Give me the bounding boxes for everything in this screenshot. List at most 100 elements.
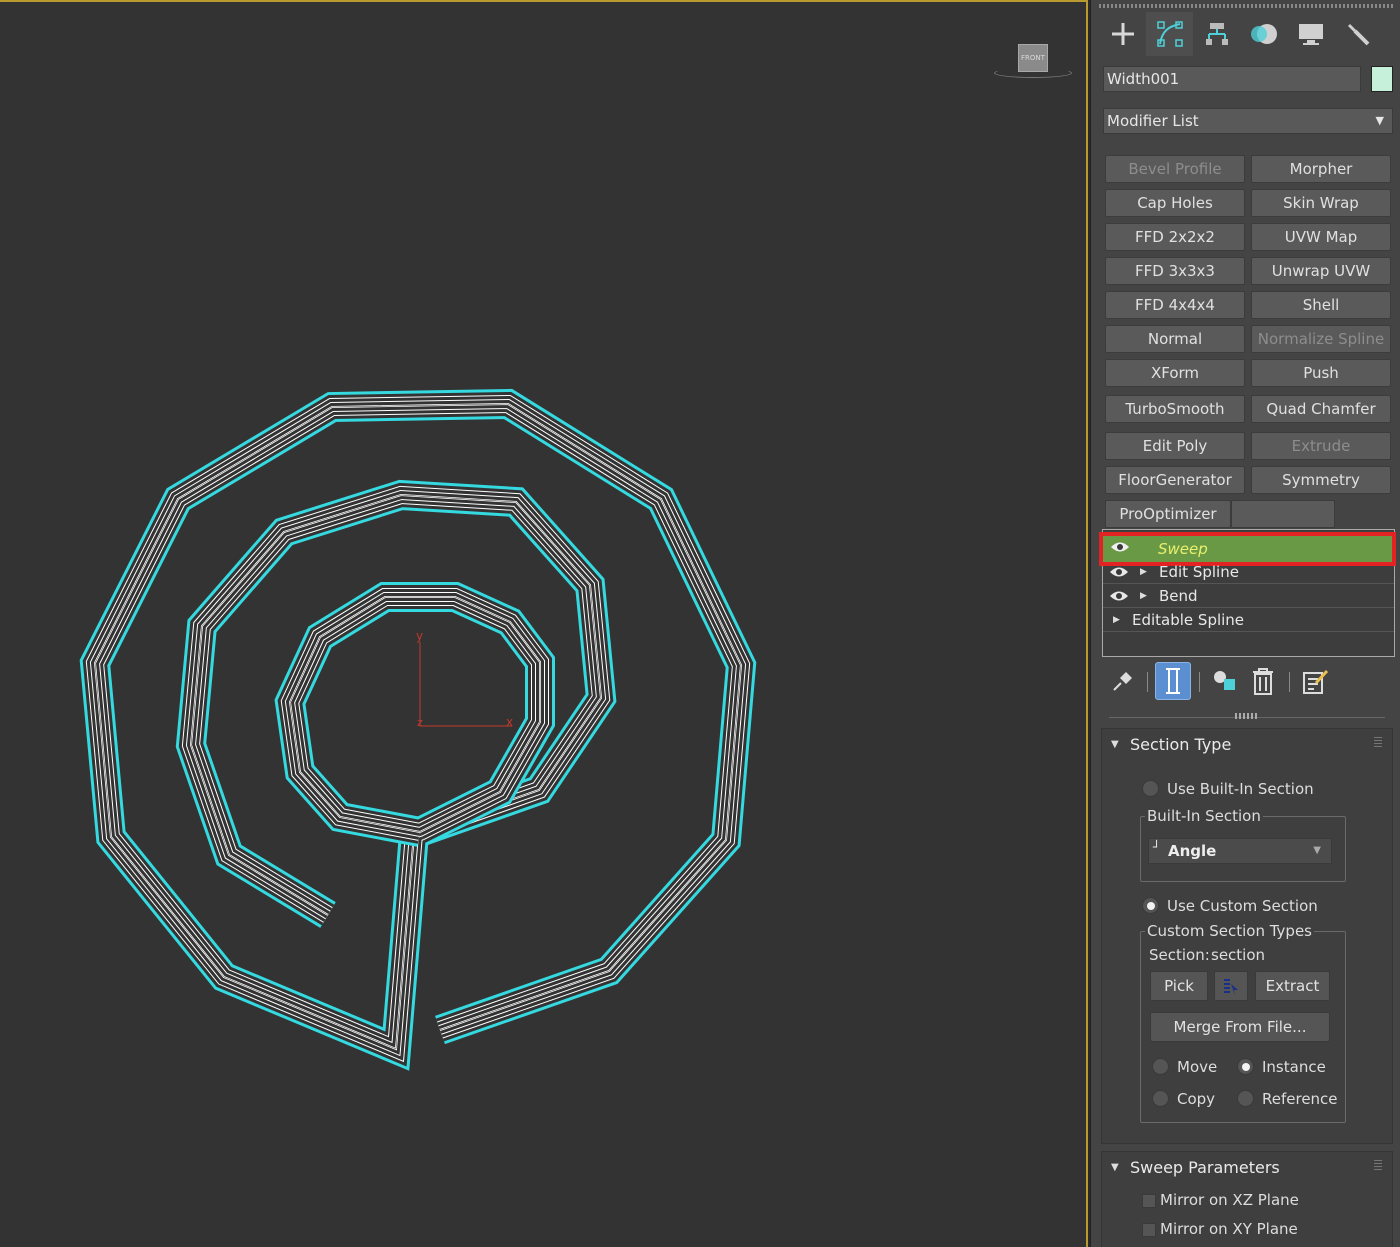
modifier-button[interactable]: FFD 4x4x4 xyxy=(1105,291,1245,319)
modifier-stack[interactable]: Sweep ▶ Edit Spline ▶ Bend ▶ Editable Sp… xyxy=(1099,529,1396,657)
motion-tab[interactable] xyxy=(1240,12,1287,56)
instance-label[interactable]: Instance xyxy=(1262,1058,1326,1076)
create-tab[interactable] xyxy=(1099,12,1146,56)
modifier-button[interactable]: FFD 3x3x3 xyxy=(1105,257,1245,285)
object-color-swatch[interactable] xyxy=(1371,66,1393,92)
object-name-field[interactable]: Width001 xyxy=(1103,66,1361,92)
sweep-spline-shape[interactable]: y x z xyxy=(0,2,1086,1247)
display-icon xyxy=(1298,24,1323,45)
instance-radio[interactable] xyxy=(1237,1058,1254,1075)
collapse-triangle-icon[interactable]: ▼ xyxy=(1111,739,1119,750)
pick-list-icon xyxy=(1224,979,1238,995)
copy-radio[interactable] xyxy=(1152,1090,1169,1107)
mirror-xy-checkbox[interactable] xyxy=(1142,1223,1156,1237)
modifier-button[interactable]: Extrude xyxy=(1251,432,1391,460)
sweep-parameters-rollout: ▼ Sweep Parameters Mirror on XZ Plane Mi… xyxy=(1101,1151,1393,1247)
stack-item-label: Editable Spline xyxy=(1132,611,1245,629)
modifier-button[interactable]: Shell xyxy=(1251,291,1391,319)
expand-arrow-icon[interactable]: ▶ xyxy=(1140,584,1147,608)
modifier-button[interactable]: XForm xyxy=(1105,359,1245,387)
builtin-section-group-label: Built-In Section xyxy=(1145,807,1263,825)
mirror-xy-label[interactable]: Mirror on XY Plane xyxy=(1160,1220,1298,1238)
viewcube[interactable]: FRONT xyxy=(994,40,1074,80)
use-builtin-section-label[interactable]: Use Built-In Section xyxy=(1167,780,1314,798)
eye-icon[interactable] xyxy=(1109,590,1129,602)
pick-button[interactable]: Pick xyxy=(1150,971,1208,1001)
hierarchy-icon xyxy=(1205,23,1228,45)
configure-modifier-sets-button[interactable] xyxy=(1297,662,1333,700)
modifier-button[interactable]: FloorGenerator xyxy=(1105,466,1245,494)
modify-tab[interactable] xyxy=(1146,12,1193,56)
modifier-button[interactable]: Cap Holes xyxy=(1105,189,1245,217)
divider-grip[interactable] xyxy=(1235,713,1259,719)
merge-from-file-button[interactable]: Merge From File... xyxy=(1150,1012,1330,1042)
configure-modifier-sets-icon xyxy=(1303,669,1329,694)
use-custom-section-label[interactable]: Use Custom Section xyxy=(1167,897,1318,915)
remove-modifier-button[interactable] xyxy=(1245,662,1281,700)
builtin-section-dropdown[interactable]: ┘ Angle ▼ xyxy=(1148,838,1332,864)
expand-arrow-icon[interactable]: ▶ xyxy=(1140,560,1147,584)
axis-z-label: z xyxy=(417,716,423,729)
create-icon xyxy=(1111,23,1134,45)
mirror-xz-label[interactable]: Mirror on XZ Plane xyxy=(1160,1191,1299,1209)
display-tab[interactable] xyxy=(1287,12,1334,56)
use-builtin-section-radio[interactable] xyxy=(1142,780,1159,797)
modifier-button[interactable]: TurboSmooth xyxy=(1105,395,1245,423)
move-radio[interactable] xyxy=(1152,1058,1169,1075)
utilities-tab[interactable] xyxy=(1334,12,1381,56)
utilities-icon xyxy=(1347,24,1369,46)
use-custom-section-radio[interactable] xyxy=(1142,897,1159,914)
collapse-triangle-icon[interactable]: ▼ xyxy=(1111,1162,1119,1173)
modifier-button[interactable] xyxy=(1231,500,1335,528)
command-panel: Width001 Modifier List ▼ Bevel Profile Mo… xyxy=(1090,0,1400,1247)
mirror-xz-checkbox[interactable] xyxy=(1142,1194,1156,1208)
eye-icon[interactable] xyxy=(1109,566,1129,578)
modifier-button[interactable]: Bevel Profile xyxy=(1105,155,1245,183)
modifier-button[interactable]: Symmetry xyxy=(1251,466,1391,494)
extract-button[interactable]: Extract xyxy=(1255,971,1330,1001)
move-label[interactable]: Move xyxy=(1177,1058,1217,1076)
motion-icon xyxy=(1250,24,1277,44)
modifier-button[interactable]: ProOptimizer xyxy=(1105,500,1231,528)
pin-stack-button[interactable] xyxy=(1105,662,1141,700)
hierarchy-tab[interactable] xyxy=(1193,12,1240,56)
modifier-button[interactable]: Edit Poly xyxy=(1105,432,1245,460)
modifier-button[interactable]: UVW Map xyxy=(1251,223,1391,251)
front-viewport[interactable]: y x z FRONT xyxy=(0,0,1088,1247)
rollout-title[interactable]: Section Type xyxy=(1130,735,1231,754)
modifier-button[interactable]: Quad Chamfer xyxy=(1251,395,1391,423)
modifier-button[interactable]: Normal xyxy=(1105,325,1245,353)
modifier-button[interactable]: Morpher xyxy=(1251,155,1391,183)
copy-label[interactable]: Copy xyxy=(1177,1090,1215,1108)
rollout-grip-icon[interactable] xyxy=(1374,1160,1382,1170)
panel-grip[interactable] xyxy=(1099,4,1393,8)
stack-item-edit-spline[interactable]: ▶ Edit Spline xyxy=(1103,560,1394,584)
angle-section-icon: ┘ xyxy=(1153,840,1161,854)
command-panel-tabs xyxy=(1099,12,1395,56)
axis-gizmo: y x z xyxy=(416,629,513,729)
eye-icon[interactable] xyxy=(1110,541,1130,553)
modifier-button[interactable]: Skin Wrap xyxy=(1251,189,1391,217)
stack-item-bend[interactable]: ▶ Bend xyxy=(1103,584,1394,608)
modifier-button[interactable]: Unwrap UVW xyxy=(1251,257,1391,285)
rollout-title[interactable]: Sweep Parameters xyxy=(1130,1158,1280,1177)
reference-label[interactable]: Reference xyxy=(1262,1090,1338,1108)
rollout-grip-icon[interactable] xyxy=(1374,737,1382,747)
viewcube-ring[interactable] xyxy=(994,68,1072,78)
modifier-button[interactable]: FFD 2x2x2 xyxy=(1105,223,1245,251)
expand-arrow-icon[interactable]: ▶ xyxy=(1113,608,1120,632)
modifier-list-dropdown[interactable]: Modifier List ▼ xyxy=(1103,108,1393,134)
reference-radio[interactable] xyxy=(1237,1090,1254,1107)
axis-x-label: x xyxy=(506,715,513,729)
make-unique-button[interactable] xyxy=(1207,662,1243,700)
stack-item-editable-spline[interactable]: ▶ Editable Spline xyxy=(1103,608,1394,632)
section-value: section xyxy=(1211,946,1266,964)
pin-stack-icon xyxy=(1113,672,1132,691)
custom-section-group-label: Custom Section Types xyxy=(1145,922,1314,940)
show-end-result-button[interactable] xyxy=(1155,662,1191,700)
modifier-button[interactable]: Normalize Spline xyxy=(1251,325,1391,353)
remove-modifier-icon xyxy=(1253,668,1273,695)
builtin-section-value: Angle xyxy=(1168,842,1217,860)
modifier-button[interactable]: Push xyxy=(1251,359,1391,387)
pick-from-list-button[interactable] xyxy=(1214,971,1248,1001)
